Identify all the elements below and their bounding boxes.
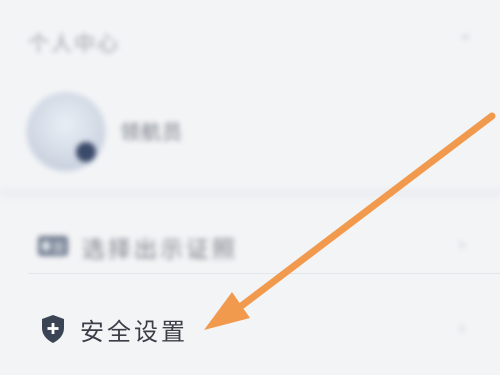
chevron-right-icon: › — [458, 232, 466, 256]
menu-item-security-settings[interactable]: 安全设置 › — [0, 298, 500, 358]
header-row: 个人中心 ⌃ — [28, 24, 478, 64]
header-action-icon[interactable]: ⌃ — [458, 32, 478, 53]
avatar-badge-icon — [76, 142, 96, 162]
screen: 个人中心 ⌃ 领航员 选择出示证照 › 安全设置 › — [0, 0, 500, 375]
chevron-right-icon: › — [458, 316, 466, 340]
menu-item-select-certificate[interactable]: 选择出示证照 › — [0, 214, 500, 274]
divider — [28, 273, 500, 274]
profile-row[interactable]: 领航员 — [0, 86, 500, 176]
menu-item-label: 安全设置 — [80, 318, 188, 346]
profile-name: 领航员 — [120, 120, 183, 144]
avatar[interactable] — [26, 92, 106, 172]
id-card-icon — [38, 236, 68, 256]
page-title: 个人中心 — [28, 32, 120, 56]
shield-icon — [42, 315, 64, 343]
menu-item-blur-layer: 选择出示证照 › — [0, 214, 500, 274]
section-divider — [0, 188, 500, 198]
menu-item-label: 选择出示证照 — [82, 237, 238, 263]
